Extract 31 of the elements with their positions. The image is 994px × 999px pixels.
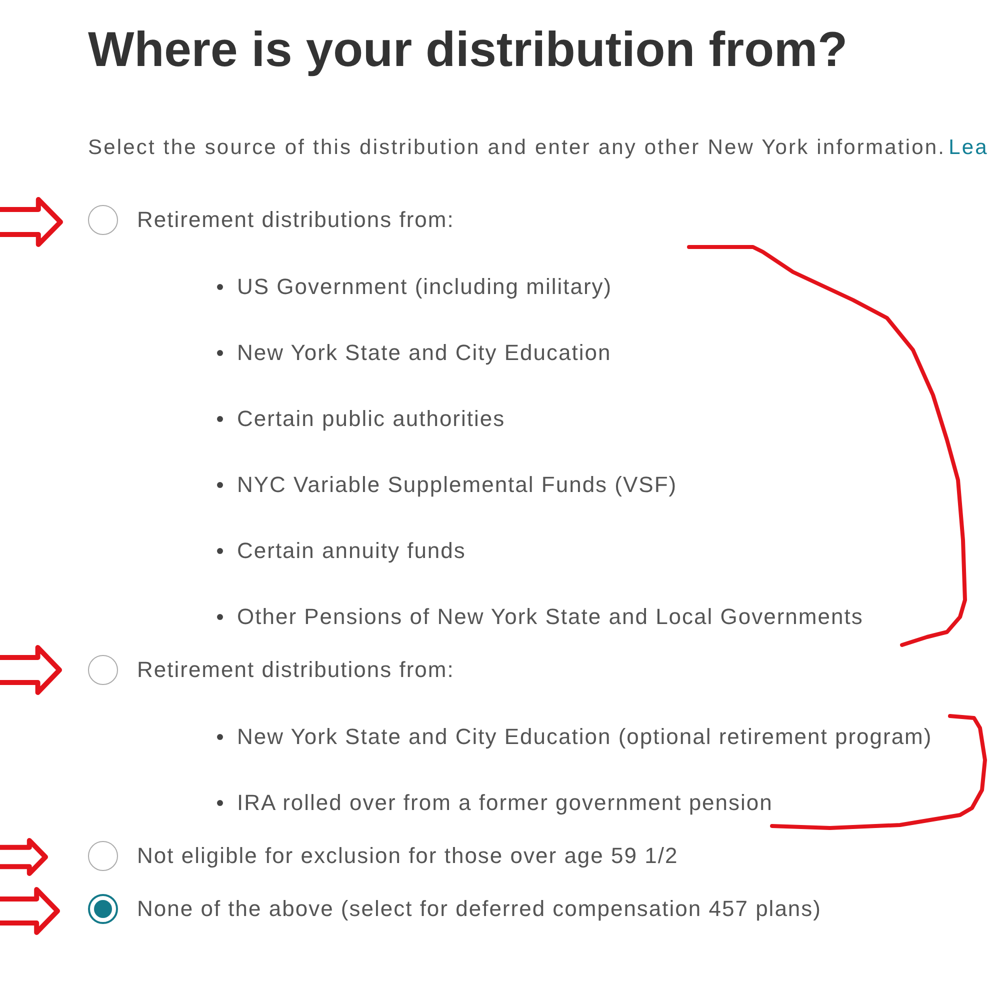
bullet-icon	[217, 350, 223, 356]
bullet-text: Certain public authorities	[237, 405, 506, 433]
bullet-icon	[217, 416, 223, 422]
bullet-text: New York State and City Education (optional retirement program)	[237, 723, 932, 751]
hand-drawn-arrow-icon	[0, 644, 63, 696]
option-label[interactable]: Not eligible for exclusion for those over age 59 1/2	[137, 842, 678, 870]
bullet-icon	[217, 614, 223, 620]
bullet-icon	[217, 284, 223, 290]
radio-button[interactable]	[88, 894, 118, 924]
bullet-text: NYC Variable Supplemental Funds (VSF)	[237, 471, 678, 499]
bullet-icon	[217, 482, 223, 488]
bullet-text: New York State and City Education	[237, 339, 612, 367]
radio-button[interactable]	[88, 655, 118, 685]
option-label[interactable]: None of the above (select for deferred compensation 457 plans)	[137, 895, 822, 923]
option-label[interactable]: Retirement distributions from:	[137, 206, 454, 234]
radio-button[interactable]	[88, 205, 118, 235]
radio-button[interactable]	[88, 841, 118, 871]
page-heading: Where is your distribution from?	[88, 22, 849, 78]
bullet-icon	[217, 734, 223, 740]
learn-more-link[interactable]: Lea	[948, 134, 988, 162]
bullet-text: US Government (including military)	[237, 273, 612, 301]
option-label[interactable]: Retirement distributions from:	[137, 656, 454, 684]
bullet-icon	[217, 548, 223, 554]
hand-drawn-arrow-icon	[0, 886, 61, 936]
bullet-text: Other Pensions of New York State and Local Governments	[237, 603, 864, 631]
bullet-text: Certain annuity funds	[237, 537, 466, 565]
bullet-text: IRA rolled over from a former government pension	[237, 789, 773, 817]
bullet-icon	[217, 800, 223, 806]
hand-drawn-arrow-icon	[0, 196, 64, 248]
hand-drawn-arrow-icon	[0, 837, 49, 877]
instructions-text: Select the source of this distribution and enter any other New York information.	[88, 135, 946, 161]
